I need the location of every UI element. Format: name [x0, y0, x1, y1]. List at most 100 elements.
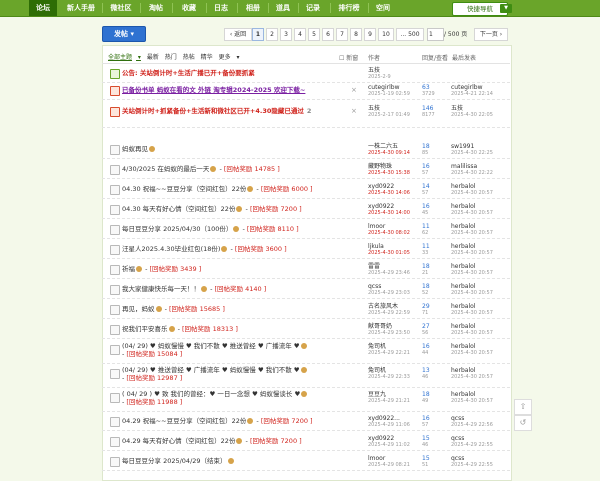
- thread-title[interactable]: 祝我们平安喜乐 - [回帖奖励 18313 ]: [122, 321, 238, 338]
- author-name[interactable]: 献哥哥奶: [368, 323, 392, 330]
- last-post[interactable]: herbalol 2025-4-30 20:57: [451, 343, 493, 357]
- thread-icon[interactable]: [110, 393, 120, 403]
- thread-author[interactable]: lmoor 2025-4-29 08:21: [368, 455, 410, 469]
- page-5[interactable]: 5: [308, 28, 320, 41]
- last-post-date[interactable]: 2025-4-30 22:25: [451, 150, 493, 157]
- nav-taotie[interactable]: 淘帖: [142, 0, 170, 16]
- thread-title[interactable]: 每日豆豆分享 2025/04/30（100份） - [回帖奖励 8110 ]: [122, 221, 299, 238]
- thread-title[interactable]: 每日豆豆分享 2025/04/29（结束）: [122, 453, 235, 470]
- reply-count[interactable]: 18: [422, 263, 430, 270]
- new-window-toggle[interactable]: ☐ 新窗: [339, 53, 358, 62]
- last-post-date[interactable]: 2025-4-30 20:57: [451, 290, 493, 297]
- reply-count[interactable]: 11: [422, 223, 430, 230]
- nav-favorites[interactable]: 收藏: [175, 0, 203, 16]
- last-post[interactable]: herbalol 2025-4-30 20:57: [451, 183, 493, 197]
- pinned-thread-icon[interactable]: [110, 86, 120, 96]
- last-post[interactable]: herbalol 2025-4-30 20:57: [451, 323, 493, 337]
- last-post-date[interactable]: 2025-4-30 20:57: [451, 190, 493, 197]
- thread-row[interactable]: 汪星人2025.4.30毕业红包(18份) - [回帖奖励 3600 ] ljku…: [102, 241, 510, 259]
- thread-title-text[interactable]: 再见，蚂蚁: [122, 305, 155, 313]
- thread-row[interactable]: (04/ 29) ♥ 蚂蚁慢慢 ♥ 我们不散 ♥ 推送曾经 ♥ 广播流年 ♥ -…: [102, 341, 510, 364]
- page-jump-input[interactable]: 1: [427, 28, 444, 41]
- filter-all[interactable]: 全部主题 ▾: [108, 54, 141, 61]
- thread-title-text[interactable]: 04.30 祝福~~豆豆分享（空间红包）22份: [122, 185, 246, 193]
- thread-title-text[interactable]: ( 04/ 29 ) ♥ 致 我们的曾经：♥ 一日一念想 ♥ 蚂蚁慢谈长 ♥: [122, 390, 300, 398]
- filter-more[interactable]: 更多 ▾: [219, 54, 240, 61]
- thread-author[interactable]: 古名旅风木 2025-4-29 22:59: [368, 303, 410, 317]
- author-name[interactable]: cutegirlbw: [368, 84, 399, 91]
- thread-title[interactable]: ( 04/ 29 ) ♥ 致 我们的曾经：♥ 一日一念想 ♥ 蚂蚁慢谈长 ♥ -…: [122, 390, 308, 407]
- last-post[interactable]: herbalol 2025-4-30 20:57: [451, 243, 493, 257]
- thread-title[interactable]: 04.30 每天有好心情（空间红包）22份 - [回帖奖励 7200 ]: [122, 201, 302, 218]
- thread-title-text[interactable]: 已备份书单 蚂蚁在看的文 外链 淘专辑2024-2025 欢迎下载~: [122, 86, 305, 94]
- thread-row[interactable]: 关站倒计时+抓紧备份+生活新和微社区已开+4.30隐藏已通过 2 × 五技 2025-2…: [102, 103, 510, 128]
- thread-icon[interactable]: [110, 145, 120, 155]
- author-name[interactable]: xyd0922: [368, 183, 394, 190]
- reply-count[interactable]: 18: [422, 143, 430, 150]
- reply-count[interactable]: 27: [422, 323, 430, 330]
- last-post-date[interactable]: 2025-4-30 20:57: [451, 230, 493, 237]
- thread-row[interactable]: 04.30 祝福~~豆豆分享（空间红包）22份 - [回帖奖励 6000 ] xy…: [102, 181, 510, 199]
- thread-icon[interactable]: [110, 165, 120, 175]
- page-3[interactable]: 3: [280, 28, 292, 41]
- refresh-icon[interactable]: ↺: [514, 415, 532, 431]
- thread-title[interactable]: 04.29 每天有好心情（空间红包）22份 - [回帖奖励 7200 ]: [122, 433, 302, 450]
- last-poster[interactable]: herbalol: [451, 203, 475, 210]
- thread-row[interactable]: 04.30 每天有好心情（空间红包）22份 - [回帖奖励 7200 ] xyd0…: [102, 201, 510, 219]
- thread-icon[interactable]: [110, 265, 120, 275]
- author-name[interactable]: 雷雷: [368, 263, 380, 270]
- pinned-thread-icon[interactable]: [110, 107, 120, 117]
- last-post[interactable]: sw1991 2025-4-30 22:25: [451, 143, 493, 157]
- thread-title[interactable]: 4/30/2025 在蚂蚁的最后一天 - [回帖奖励 14785 ]: [122, 161, 280, 178]
- announcement-icon[interactable]: [110, 69, 120, 79]
- thread-author[interactable]: ljkula 2025-4-30 01:05: [368, 243, 410, 257]
- page-1[interactable]: 1: [252, 28, 264, 41]
- thread-icon[interactable]: [110, 437, 120, 447]
- nav-leaderboard[interactable]: 排行榜: [332, 0, 366, 16]
- last-post-date[interactable]: 2025-4-29 22:55: [451, 442, 493, 449]
- thread-row[interactable]: 每日豆豆分享 2025/04/30（100份） - [回帖奖励 8110 ] lm…: [102, 221, 510, 239]
- thread-icon[interactable]: [110, 417, 120, 427]
- thread-title[interactable]: 已备份书单 蚂蚁在看的文 外链 淘专辑2024-2025 欢迎下载~: [122, 82, 305, 99]
- thread-author[interactable]: xyd0922 2025-4-30 14:00: [368, 203, 410, 217]
- author-name[interactable]: qcss: [368, 283, 381, 290]
- nav-records[interactable]: 记录: [300, 0, 326, 16]
- last-poster[interactable]: herbalol: [451, 343, 475, 350]
- thread-author[interactable]: 五技 2025-2-17 01:49: [368, 105, 410, 119]
- author-name[interactable]: 兔司机: [368, 367, 386, 374]
- page-10[interactable]: 10: [378, 28, 394, 41]
- last-post[interactable]: qcss 2025-4-29 22:55: [451, 455, 493, 469]
- thread-row[interactable]: 每日豆豆分享 2025/04/29（结束） lmoor 2025-4-29 08:2…: [102, 453, 510, 471]
- reply-count[interactable]: 15: [422, 455, 430, 462]
- reply-count[interactable]: 18: [422, 283, 430, 290]
- thread-author[interactable]: 兔司机 2025-4-29 22:21: [368, 343, 410, 357]
- thread-title-text[interactable]: 汪星人2025.4.30毕业红包(18份): [122, 245, 220, 253]
- thread-title-text[interactable]: 04.29 祝福~~豆豆分享（空间红包）22份: [122, 417, 246, 425]
- thread-title-text[interactable]: (04/ 29) ♥ 推送曾经 ♥ 广播流年 ♥ 蚂蚁慢慢 ♥ 我们不散 ♥: [122, 366, 300, 374]
- reply-count[interactable]: 146: [422, 105, 433, 112]
- author-name[interactable]: 五技: [368, 67, 380, 74]
- page-8[interactable]: 8: [350, 28, 362, 41]
- thread-author[interactable]: xyd0922 2025-4-29 11:02: [368, 435, 410, 449]
- reply-count[interactable]: 11: [422, 243, 430, 250]
- thread-row[interactable]: (04/ 29) ♥ 推送曾经 ♥ 广播流年 ♥ 蚂蚁慢慢 ♥ 我们不散 ♥ -…: [102, 365, 510, 388]
- author-name[interactable]: xyd0922: [368, 203, 394, 210]
- author-name[interactable]: 五技: [368, 105, 380, 112]
- thread-row[interactable]: 04.29 每天有好心情（空间红包）22份 - [回帖奖励 7200 ] xyd0…: [102, 433, 510, 451]
- last-post-date[interactable]: 2025-4-30 20:57: [451, 210, 493, 217]
- thread-author[interactable]: lmoor 2025-4-30 08:02: [368, 223, 410, 237]
- chevron-down-icon[interactable]: ▼: [500, 4, 512, 13]
- thread-author[interactable]: 献哥哥奶 2025-4-29 23:50: [368, 323, 410, 337]
- thread-title[interactable]: (04/ 29) ♥ 蚂蚁慢慢 ♥ 我们不散 ♥ 推送曾经 ♥ 广播流年 ♥ -…: [122, 342, 308, 359]
- thread-title[interactable]: 蚂蚁再见: [122, 141, 156, 158]
- reply-count[interactable]: 14: [422, 183, 430, 190]
- reply-count[interactable]: 29: [422, 303, 430, 310]
- thread-author[interactable]: 五技 2025-2-9: [368, 67, 391, 81]
- thread-title-text[interactable]: 祈福: [122, 265, 135, 273]
- last-post[interactable]: qcss 2025-4-29 22:56: [451, 415, 493, 429]
- thread-author[interactable]: 一株二六五 2025-4-30 09:14: [368, 143, 410, 157]
- thread-icon[interactable]: [110, 345, 120, 355]
- thread-row[interactable]: 再见，蚂蚁 - [回帖奖励 15685 ] 古名旅风木 2025-4-29 22:5…: [102, 301, 510, 319]
- thread-author[interactable]: xyd0922 2025-4-30 14:06: [368, 183, 410, 197]
- last-post[interactable]: herbalol 2025-4-30 20:57: [451, 391, 493, 405]
